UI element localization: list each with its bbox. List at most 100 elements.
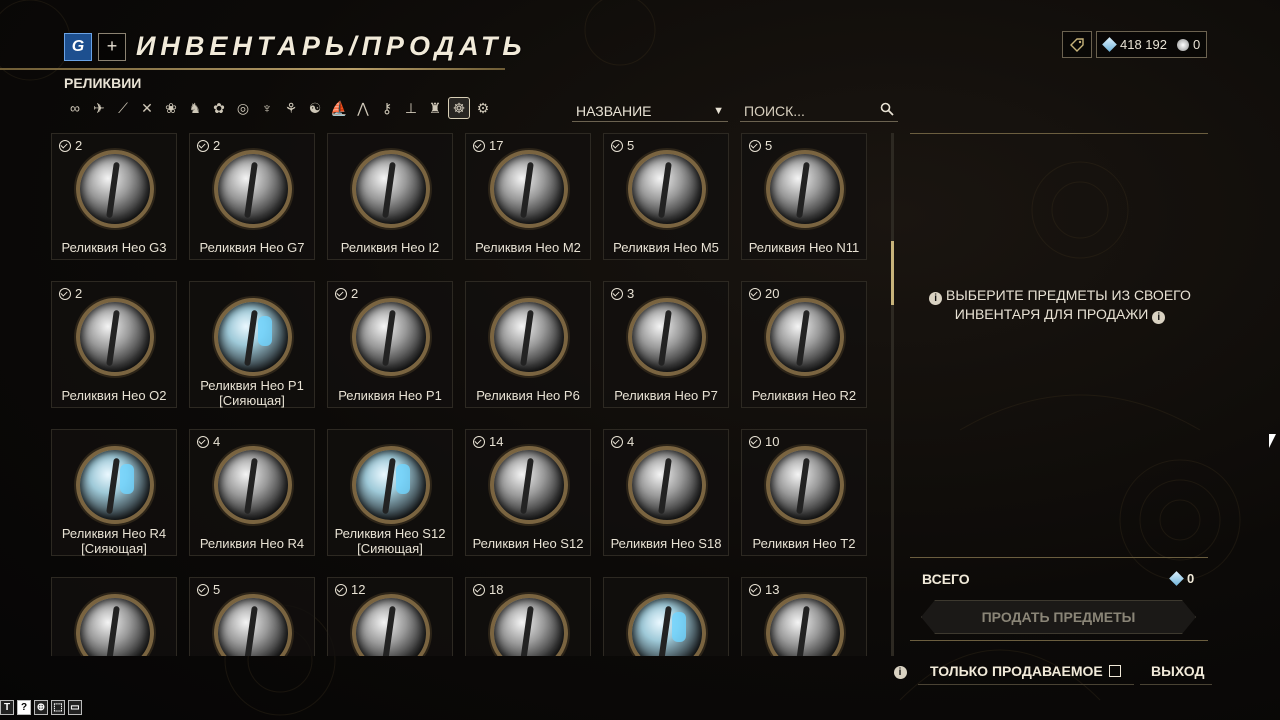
market-tag-button[interactable] bbox=[1062, 31, 1092, 58]
window-button[interactable]: ▭ bbox=[68, 700, 82, 715]
text-toggle-button[interactable]: T bbox=[0, 700, 14, 715]
mod-filter-icon[interactable]: ♆ bbox=[256, 97, 278, 119]
search-input[interactable] bbox=[744, 102, 864, 119]
relic-tile[interactable]: 5 Реликвия Нео M5 bbox=[603, 133, 729, 260]
frame-button[interactable]: ⬚ bbox=[51, 700, 65, 715]
sell-items-button[interactable]: ПРОДАТЬ ПРЕДМЕТЫ bbox=[921, 600, 1196, 634]
relic-tile[interactable]: 2 Реликвия Нео G3 bbox=[51, 133, 177, 260]
count-value: 2 bbox=[75, 138, 83, 153]
count-value: 4 bbox=[627, 434, 635, 449]
misc-filter-icon[interactable]: ⚙ bbox=[472, 97, 494, 119]
search-icon[interactable] bbox=[880, 102, 894, 119]
relic-icon bbox=[76, 298, 154, 376]
relic-title: Реликвия Нео P1 bbox=[200, 378, 304, 393]
relic-title: Реликвия Нео O2 bbox=[61, 388, 167, 403]
owned-check-icon bbox=[611, 139, 623, 152]
scrollbar[interactable] bbox=[891, 133, 894, 656]
only-sellable-toggle[interactable]: ТОЛЬКО ПРОДАВАЕМОЕ bbox=[930, 663, 1121, 679]
relic-name: Реликвия Нео P6 bbox=[466, 388, 590, 403]
relic-tile[interactable]: 20 Реликвия Нео R2 bbox=[741, 281, 867, 408]
warframe-filter-icon[interactable]: ✈ bbox=[88, 97, 110, 119]
sentinel-filter-icon[interactable]: ◎ bbox=[232, 97, 254, 119]
scrollbar-thumb[interactable] bbox=[891, 241, 894, 305]
count-value: 5 bbox=[765, 138, 773, 153]
relic-tile[interactable]: Реликвия Нео I2 bbox=[327, 133, 453, 260]
sort-label: НАЗВАНИЕ bbox=[576, 102, 652, 119]
archwing-filter-icon[interactable]: ♞ bbox=[184, 97, 206, 119]
relic-tile[interactable]: 4 Реликвия Нео S18 bbox=[603, 429, 729, 556]
platinum-icon bbox=[1102, 37, 1117, 52]
relic-tile[interactable]: 13 bbox=[741, 577, 867, 656]
arcane-filter-icon[interactable]: ⚘ bbox=[280, 97, 302, 119]
kubrow-filter-icon[interactable]: ☯ bbox=[304, 97, 326, 119]
relic-icon bbox=[490, 594, 568, 656]
owned-count: 4 bbox=[197, 434, 220, 449]
relic-tile[interactable]: 14 Реликвия Нео S12 bbox=[465, 429, 591, 556]
relic-name: Реликвия Нео S18 bbox=[604, 536, 728, 551]
logo-button[interactable]: G bbox=[64, 32, 92, 61]
relic-tile[interactable]: Реликвия Нео R4 [Сияющая] bbox=[51, 429, 177, 556]
relic-tile[interactable]: 18 bbox=[465, 577, 591, 656]
owned-check-icon bbox=[611, 435, 623, 448]
search-box bbox=[740, 100, 898, 122]
exit-button[interactable]: ВЫХОД bbox=[1151, 663, 1204, 679]
only-sellable-checkbox[interactable] bbox=[1108, 665, 1121, 677]
relic-icon bbox=[76, 150, 154, 228]
fish-filter-icon[interactable]: ⋀ bbox=[352, 97, 374, 119]
resource-filter-icon[interactable]: ♜ bbox=[424, 97, 446, 119]
melee-filter-icon[interactable]: ❀ bbox=[160, 97, 182, 119]
owned-count: 18 bbox=[473, 582, 503, 597]
currency-bar: 418 192 0 bbox=[1062, 31, 1208, 58]
relic-tile[interactable]: 2 Реликвия Нео G7 bbox=[189, 133, 315, 260]
relic-name: Реликвия Нео S12 [Сияющая] bbox=[328, 526, 452, 556]
owned-check-icon bbox=[473, 435, 485, 448]
count-value: 3 bbox=[627, 286, 635, 301]
count-value: 4 bbox=[213, 434, 221, 449]
key-filter-icon[interactable]: ⚷ bbox=[376, 97, 398, 119]
relic-name: Реликвия Нео P7 bbox=[604, 388, 728, 403]
relic-tile[interactable]: Реликвия Нео P6 bbox=[465, 281, 591, 408]
relic-tile[interactable]: 3 Реликвия Нео P7 bbox=[603, 281, 729, 408]
mouse-cursor bbox=[1269, 434, 1276, 448]
help-button[interactable]: ? bbox=[17, 700, 31, 715]
owned-count: 2 bbox=[59, 138, 82, 153]
owned-check-icon bbox=[59, 287, 71, 300]
add-button[interactable]: + bbox=[98, 32, 126, 61]
relic-tile[interactable] bbox=[603, 577, 729, 656]
owned-check-icon bbox=[749, 583, 761, 596]
info-button[interactable]: i bbox=[890, 663, 910, 681]
relic-title: Реликвия Нео N11 bbox=[748, 240, 860, 255]
relic-tile[interactable]: 5 bbox=[189, 577, 315, 656]
relic-tile[interactable]: 2 Реликвия Нео O2 bbox=[51, 281, 177, 408]
relic-icon bbox=[628, 298, 706, 376]
sort-dropdown[interactable]: НАЗВАНИЕ ▼ bbox=[572, 100, 728, 122]
relic-filter-icon[interactable]: ☸ bbox=[448, 97, 470, 119]
zoom-button[interactable]: ⊕ bbox=[34, 700, 48, 715]
relic-tile[interactable]: 17 Реликвия Нео M2 bbox=[465, 133, 591, 260]
relic-tile[interactable]: 2 Реликвия Нео P1 bbox=[327, 281, 453, 408]
owned-check-icon bbox=[197, 435, 209, 448]
relic-name: Реликвия Нео N11 bbox=[742, 240, 866, 255]
primary-filter-icon[interactable]: ⟋ bbox=[112, 97, 134, 119]
relic-icon bbox=[352, 594, 430, 656]
relic-title: Реликвия Нео I2 bbox=[340, 240, 440, 255]
relic-title: Реликвия Нео P1 bbox=[338, 388, 442, 403]
exit-underline bbox=[1140, 684, 1212, 685]
secondary-filter-icon[interactable]: ✕ bbox=[136, 97, 158, 119]
ship-filter-icon[interactable]: ⛵ bbox=[328, 97, 350, 119]
relic-name: Реликвия Нео S12 bbox=[466, 536, 590, 551]
relic-tile[interactable]: Реликвия Нео P1 [Сияющая] bbox=[189, 281, 315, 408]
relic-tile[interactable]: Реликвия Нео S12 [Сияющая] bbox=[327, 429, 453, 556]
companion-filter-icon[interactable]: ✿ bbox=[208, 97, 230, 119]
relic-tile[interactable]: 4 Реликвия Нео R4 bbox=[189, 429, 315, 556]
relic-tile[interactable] bbox=[51, 577, 177, 656]
gear-filter-icon[interactable]: ⊥ bbox=[400, 97, 422, 119]
relic-icon bbox=[628, 446, 706, 524]
relic-tile[interactable]: 10 Реликвия Нео T2 bbox=[741, 429, 867, 556]
page-title: ИНВЕНТАРЬ/ПРОДАТЬ bbox=[136, 31, 527, 61]
count-value: 2 bbox=[75, 286, 83, 301]
relic-icon bbox=[490, 150, 568, 228]
relic-tile[interactable]: 5 Реликвия Нео N11 bbox=[741, 133, 867, 260]
relic-tile[interactable]: 12 bbox=[327, 577, 453, 656]
all-filter-icon[interactable]: ∞ bbox=[64, 97, 86, 119]
